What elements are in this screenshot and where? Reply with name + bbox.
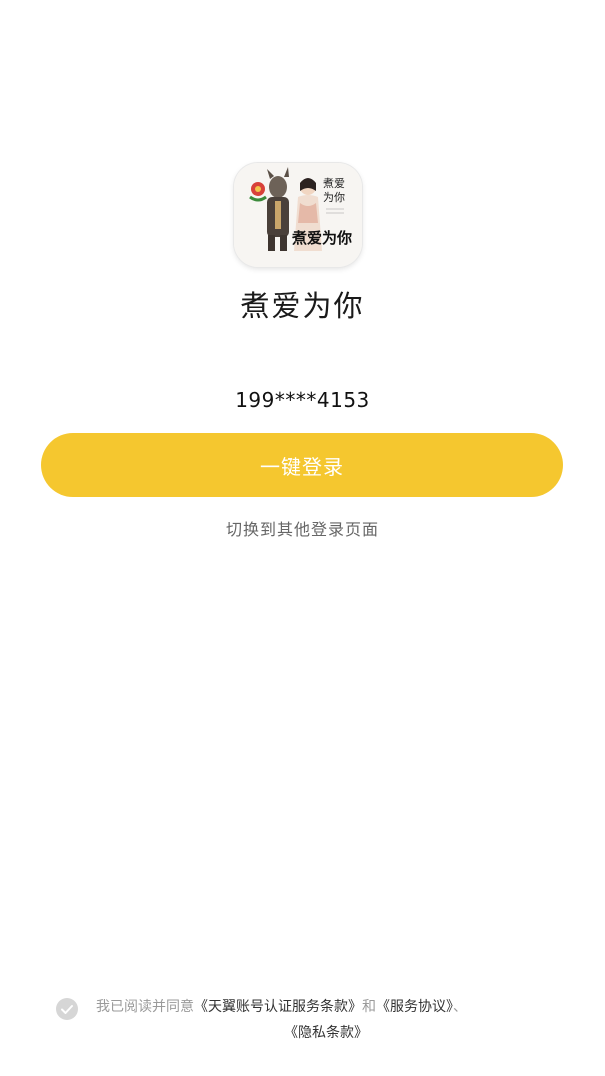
service-agreement-link[interactable]: 《服务协议》 <box>376 999 453 1015</box>
svg-text:为你: 为你 <box>323 191 345 204</box>
agreement-text: 我已阅读并同意《天翼账号认证服务条款》和《服务协议》、 <box>96 994 576 1020</box>
switch-login-method-link[interactable]: 切换到其他登录页面 <box>0 516 605 540</box>
agreement-checkbox[interactable] <box>56 998 78 1020</box>
svg-text:煮爱为你: 煮爱为你 <box>291 229 352 247</box>
agreement-prefix: 我已阅读并同意 <box>96 999 194 1015</box>
agreement-separator: 、 <box>453 999 467 1015</box>
app-logo-icon: 煮爱 为你 煮爱为你 <box>234 163 362 267</box>
privacy-terms-link[interactable]: 《隐私条款》 <box>284 1020 576 1046</box>
svg-text:煮爱: 煮爱 <box>323 177 345 190</box>
masked-phone-number: 199****4153 <box>235 388 370 412</box>
check-icon <box>61 1005 73 1014</box>
agreement-and: 和 <box>362 999 376 1015</box>
one-click-login-button[interactable]: 一键登录 <box>41 433 563 497</box>
login-page: 煮爱 为你 煮爱为你 煮爱为你 199****4153 一键登录 切换到其他登录… <box>0 0 605 1076</box>
app-name: 煮爱为你 <box>240 289 365 323</box>
tianyi-terms-link[interactable]: 《天翼账号认证服务条款》 <box>194 999 362 1015</box>
agreement-section: 我已阅读并同意《天翼账号认证服务条款》和《服务协议》、 《隐私条款》 <box>56 994 576 1046</box>
